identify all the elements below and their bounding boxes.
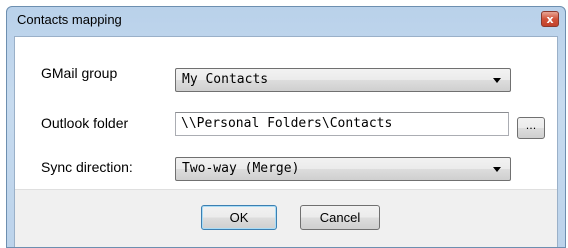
chevron-down-icon bbox=[493, 167, 501, 172]
outlook-folder-label: Outlook folder bbox=[41, 115, 129, 131]
outlook-folder-field[interactable]: \\Personal Folders\Contacts bbox=[175, 112, 509, 136]
browse-folder-button[interactable]: ... bbox=[517, 117, 545, 139]
dialog-content: GMail group My Contacts Outlook folder \… bbox=[14, 36, 558, 247]
contacts-mapping-dialog: Contacts mapping x GMail group My Contac… bbox=[6, 6, 566, 248]
ok-button[interactable]: OK bbox=[201, 205, 277, 230]
gmail-group-label: GMail group bbox=[41, 65, 118, 81]
sync-direction-label: Sync direction: bbox=[41, 159, 133, 175]
outlook-folder-value: \\Personal Folders\Contacts bbox=[181, 116, 393, 131]
title-bar[interactable]: Contacts mapping x bbox=[7, 7, 565, 33]
chevron-down-icon bbox=[493, 78, 501, 83]
close-button[interactable]: x bbox=[541, 11, 559, 27]
sync-direction-value: Two-way (Merge) bbox=[182, 161, 300, 176]
cancel-button[interactable]: Cancel bbox=[300, 205, 380, 230]
button-bar: OK Cancel bbox=[15, 189, 557, 247]
sync-direction-dropdown[interactable]: Two-way (Merge) bbox=[175, 157, 511, 181]
gmail-group-value: My Contacts bbox=[182, 72, 269, 87]
window-title: Contacts mapping bbox=[17, 12, 122, 27]
close-icon: x bbox=[546, 12, 554, 26]
gmail-group-dropdown[interactable]: My Contacts bbox=[175, 68, 511, 92]
